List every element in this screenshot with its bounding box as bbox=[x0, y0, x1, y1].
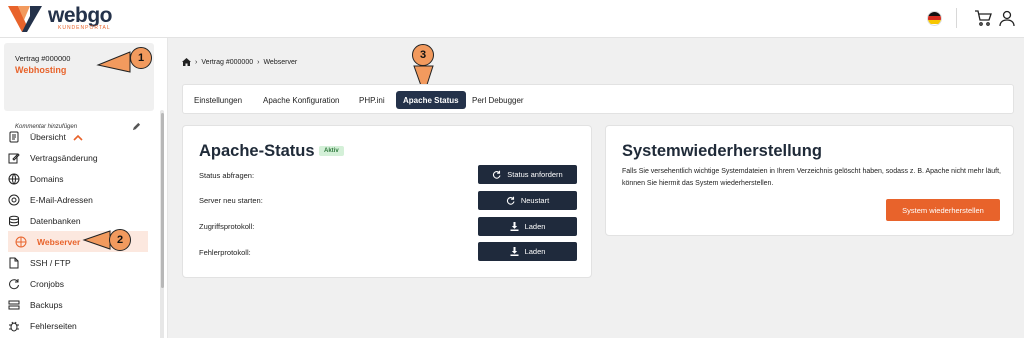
sidebar-item-datenbanken[interactable]: Datenbanken bbox=[8, 210, 148, 231]
button-label: Laden bbox=[524, 247, 546, 256]
load-error-log-button[interactable]: Laden bbox=[478, 242, 577, 261]
contract-name: Webhosting bbox=[15, 65, 67, 75]
row-label-status: Status abfragen: bbox=[199, 171, 255, 180]
logo-word: webgo bbox=[48, 4, 113, 27]
breadcrumb: › Vertrag #000000 › Webserver bbox=[182, 58, 297, 66]
sidebar-item-vertragsaenderung[interactable]: Vertragsänderung bbox=[8, 147, 148, 168]
database-icon bbox=[8, 215, 20, 227]
refresh-icon bbox=[492, 170, 501, 179]
download-icon bbox=[510, 247, 519, 256]
top-bar: webgo KUNDENPORTAL bbox=[0, 0, 1024, 38]
mail-icon bbox=[8, 194, 20, 206]
user-icon[interactable] bbox=[998, 9, 1016, 27]
annotation-badge-2: 2 bbox=[109, 229, 131, 251]
sidebar-item-label: Datenbanken bbox=[30, 215, 81, 226]
breadcrumb-separator: › bbox=[195, 58, 198, 66]
refresh-icon bbox=[506, 196, 515, 205]
tab-bar: Einstellungen Apache Konfiguration PHP.i… bbox=[182, 84, 1014, 114]
tab-einstellungen[interactable]: Einstellungen bbox=[187, 91, 249, 109]
breadcrumb-webserver: Webserver bbox=[263, 58, 298, 66]
tab-apache-status[interactable]: Apache Status bbox=[396, 91, 466, 109]
logo-subtitle: KUNDENPORTAL bbox=[58, 25, 111, 31]
divider bbox=[956, 8, 957, 28]
tab-perl-debugger[interactable]: Perl Debugger bbox=[465, 91, 531, 109]
annotation-badge-1: 1 bbox=[130, 47, 152, 69]
system-restore-title: Systemwiederherstellung bbox=[622, 142, 822, 160]
sidebar-item-label: Webserver bbox=[37, 236, 81, 247]
server-icon bbox=[15, 236, 27, 248]
logo[interactable]: webgo KUNDENPORTAL bbox=[8, 4, 113, 32]
restart-button[interactable]: Neustart bbox=[478, 191, 577, 210]
sidebar: Vertrag #000000 Webhosting Kommentar hin… bbox=[0, 38, 168, 338]
apache-status-title: Apache-Status bbox=[199, 142, 315, 160]
sidebar-item-cronjobs[interactable]: Cronjobs bbox=[8, 273, 148, 294]
backup-icon bbox=[8, 299, 20, 311]
breadcrumb-separator: › bbox=[257, 58, 260, 66]
file-icon bbox=[8, 257, 20, 269]
de-flag-icon[interactable] bbox=[927, 10, 942, 26]
sidebar-item-label: Übersicht bbox=[30, 131, 66, 142]
tab-apache-konfiguration[interactable]: Apache Konfiguration bbox=[256, 91, 347, 109]
sidebar-item-label: Backups bbox=[30, 299, 63, 310]
download-icon bbox=[510, 222, 519, 231]
cart-icon[interactable] bbox=[974, 9, 992, 27]
doc-icon bbox=[8, 131, 20, 143]
sidebar-item-ssh-ftp[interactable]: SSH / FTP bbox=[8, 252, 148, 273]
sidebar-item-label: Cronjobs bbox=[30, 278, 65, 289]
sidebar-item-email[interactable]: E-Mail-Adressen bbox=[8, 189, 148, 210]
contract-label: Vertrag #000000 bbox=[15, 54, 71, 63]
annotation-badge-3: 3 bbox=[412, 44, 434, 66]
sidebar-item-backups[interactable]: Backups bbox=[8, 294, 148, 315]
system-restore-card: Systemwiederherstellung Falls Sie verseh… bbox=[605, 125, 1014, 236]
button-label: Status anfordern bbox=[507, 170, 563, 179]
status-badge: Aktiv bbox=[319, 146, 344, 156]
system-restore-description: Falls Sie versehentlich wichtige Systemd… bbox=[622, 168, 1001, 187]
sidebar-item-domains[interactable]: Domains bbox=[8, 168, 148, 189]
row-label-error-log: Fehlerprotokoll: bbox=[199, 248, 251, 257]
tab-php-ini[interactable]: PHP.ini bbox=[352, 91, 392, 109]
refresh-icon bbox=[8, 278, 20, 290]
sidebar-item-label: E-Mail-Adressen bbox=[30, 194, 93, 205]
apache-status-card: Apache-Status Aktiv Status abfragen: Sta… bbox=[182, 125, 592, 278]
sidebar-item-label: Fehlerseiten bbox=[30, 320, 77, 331]
scrollbar-thumb[interactable] bbox=[161, 113, 164, 288]
sidebar-item-label: Vertragsänderung bbox=[30, 152, 98, 163]
row-label-access-log: Zugriffsprotokoll: bbox=[199, 222, 255, 231]
logo-mark-icon bbox=[8, 6, 42, 32]
sidebar-item-label: Domains bbox=[30, 173, 64, 184]
bug-icon bbox=[8, 320, 20, 332]
sidebar-item-label: SSH / FTP bbox=[30, 257, 71, 268]
breadcrumb-contract[interactable]: Vertrag #000000 bbox=[201, 59, 253, 66]
button-label: Laden bbox=[524, 222, 546, 231]
sidebar-item-fehlerseiten[interactable]: Fehlerseiten bbox=[8, 315, 148, 336]
status-request-button[interactable]: Status anfordern bbox=[478, 165, 577, 184]
home-icon[interactable] bbox=[182, 58, 191, 66]
row-label-restart: Server neu starten: bbox=[199, 196, 263, 205]
sidebar-item-uebersicht[interactable]: Übersicht bbox=[8, 126, 148, 147]
button-label: Neustart bbox=[520, 196, 550, 205]
load-access-log-button[interactable]: Laden bbox=[478, 217, 577, 236]
globe-icon bbox=[8, 173, 20, 185]
edit-icon bbox=[8, 152, 20, 164]
system-restore-button[interactable]: System wiederherstellen bbox=[886, 199, 1000, 221]
